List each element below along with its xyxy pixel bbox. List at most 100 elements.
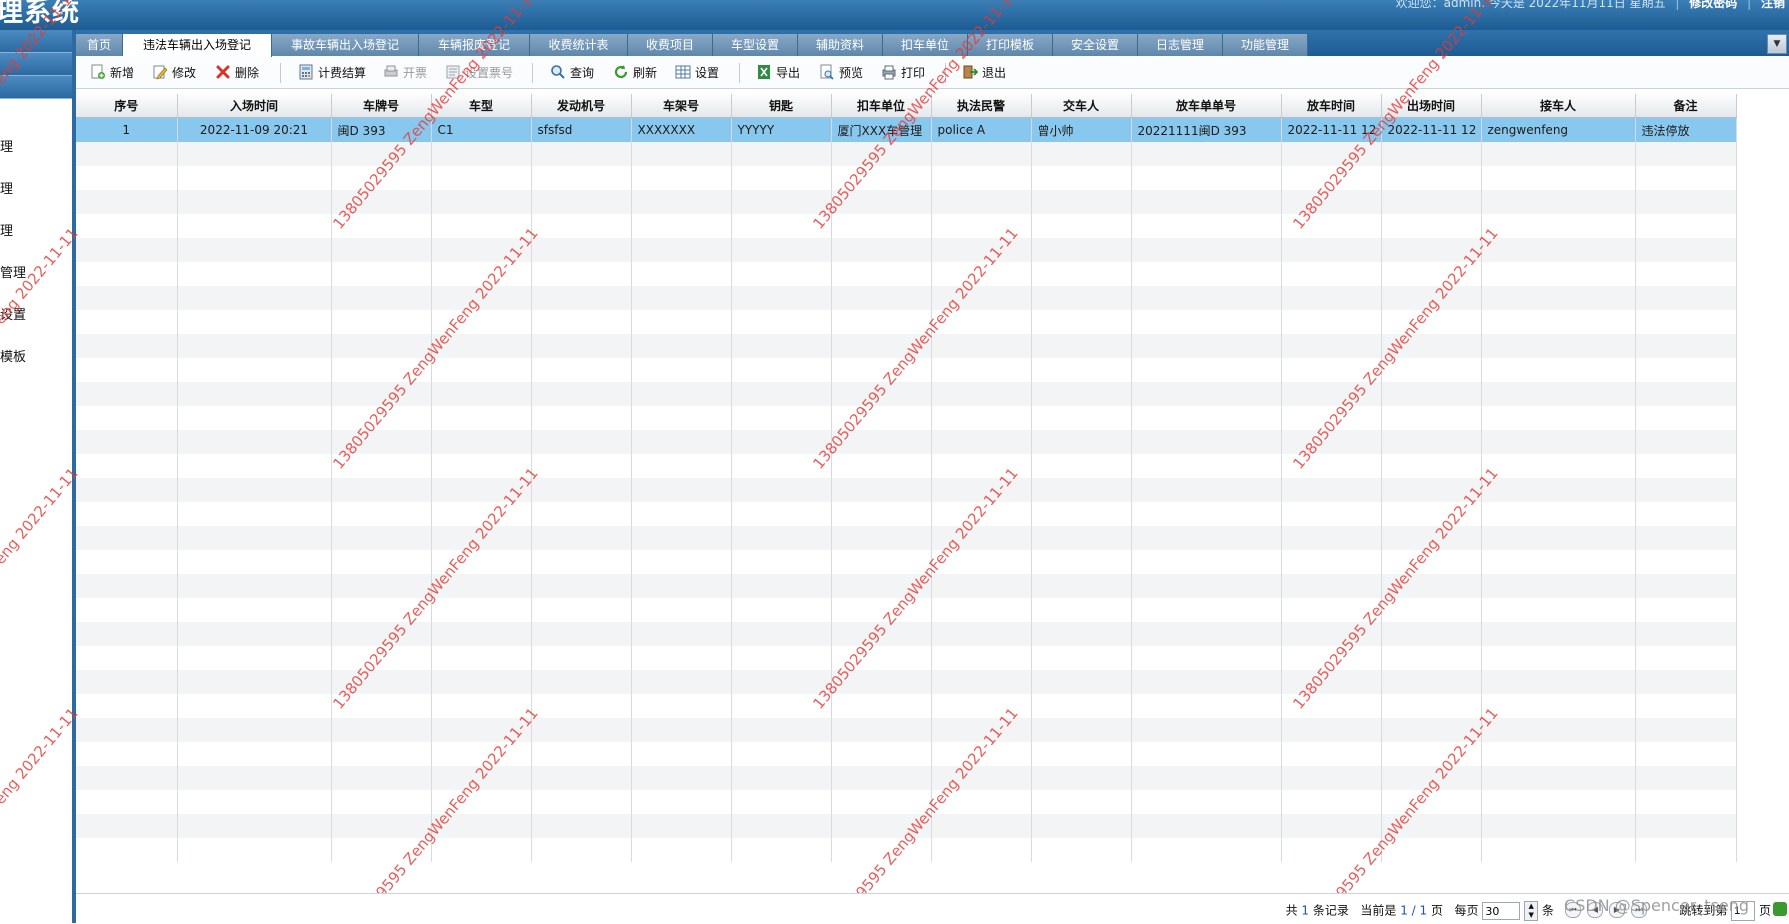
column-header[interactable]: 放车单单号 — [1131, 94, 1282, 118]
tab-violation-vehicles[interactable]: 违法车辆出入场登记 — [123, 34, 272, 57]
table-cell — [1381, 286, 1482, 310]
go-icon[interactable] — [1773, 902, 1787, 916]
tab-fee-items[interactable]: 收费项目 — [628, 34, 713, 56]
settings-button[interactable]: 设置 — [675, 63, 719, 83]
column-header[interactable]: 放车时间 — [1281, 94, 1382, 118]
sidebar-item[interactable]: 理 — [0, 169, 72, 211]
table-cell — [531, 142, 632, 166]
column-header[interactable]: 入场时间 — [177, 94, 332, 118]
column-header[interactable]: 发动机号 — [531, 94, 632, 118]
table-row[interactable] — [76, 742, 1737, 766]
table-row[interactable] — [76, 814, 1737, 838]
table-cell — [177, 550, 332, 574]
column-header[interactable]: 执法民警 — [931, 94, 1032, 118]
column-header[interactable]: 交车人 — [1031, 94, 1132, 118]
table-row[interactable] — [76, 286, 1737, 310]
table-row[interactable] — [76, 358, 1737, 382]
sidebar-header[interactable] — [0, 53, 72, 76]
sidebar-item[interactable]: 设置 — [0, 295, 72, 337]
table-row[interactable] — [76, 478, 1737, 502]
table-cell — [1635, 262, 1737, 286]
column-header[interactable]: 车牌号 — [331, 94, 432, 118]
table-row[interactable] — [76, 238, 1737, 262]
table-cell — [1281, 190, 1382, 214]
query-button[interactable]: 查询 — [550, 63, 594, 83]
logout-link[interactable]: 注销 — [1761, 0, 1785, 10]
table-row[interactable] — [76, 142, 1737, 166]
table-row[interactable] — [76, 382, 1737, 406]
table-row[interactable] — [76, 334, 1737, 358]
tab-log-management[interactable]: 日志管理 — [1138, 34, 1223, 56]
table-row[interactable] — [76, 214, 1737, 238]
table-row[interactable] — [76, 406, 1737, 430]
sidebar-header[interactable] — [0, 76, 72, 99]
table-row[interactable] — [76, 838, 1737, 862]
delete-button[interactable]: 删除 — [215, 63, 259, 83]
table-row[interactable] — [76, 622, 1737, 646]
table-row[interactable] — [76, 454, 1737, 478]
table-row[interactable] — [76, 694, 1737, 718]
table-row[interactable] — [76, 574, 1737, 598]
table-row[interactable] — [76, 646, 1737, 670]
table-row[interactable] — [76, 430, 1737, 454]
invoice-button[interactable]: 开票 — [383, 63, 427, 83]
tab-accident-vehicles[interactable]: 事故车辆出入场登记 — [272, 34, 419, 56]
sidebar-item[interactable]: 模板 — [0, 337, 72, 379]
column-header[interactable]: 接车人 — [1481, 94, 1636, 118]
tab-security-settings[interactable]: 安全设置 — [1053, 34, 1138, 56]
tab-function-management[interactable]: 功能管理 — [1223, 34, 1308, 56]
tab-print-templates[interactable]: 打印模板 — [968, 34, 1053, 56]
table-cell — [1481, 334, 1636, 358]
column-header[interactable]: 序号 — [76, 94, 178, 118]
table-row[interactable] — [76, 718, 1737, 742]
table-cell — [1281, 790, 1382, 814]
refresh-button[interactable]: 刷新 — [613, 63, 657, 83]
column-header[interactable]: 扣车单位 — [831, 94, 932, 118]
column-header[interactable]: 车架号 — [631, 94, 732, 118]
print-button[interactable]: 打印 — [881, 63, 925, 83]
table-row[interactable] — [76, 502, 1737, 526]
tab-scrap-registration[interactable]: 车辆报废登记 — [419, 34, 530, 56]
table-cell — [1635, 526, 1737, 550]
tab-dropdown-button[interactable]: ▼ — [1767, 34, 1787, 54]
table-row[interactable] — [76, 550, 1737, 574]
sidebar-item[interactable]: 理 — [0, 127, 72, 169]
table-row[interactable] — [76, 790, 1737, 814]
table-row[interactable] — [76, 310, 1737, 334]
table-row[interactable] — [76, 190, 1737, 214]
table-row[interactable]: 1 2022-11-09 20:21 闽D 393 C1 sfsfsd XXXXXXX YY… — [76, 117, 1737, 142]
table-row[interactable] — [76, 526, 1737, 550]
preview-button[interactable]: 预览 — [819, 63, 863, 83]
edit-button[interactable]: 修改 — [152, 63, 196, 83]
sidebar-item[interactable]: 理 — [0, 211, 72, 253]
column-header[interactable]: 备注 — [1635, 94, 1737, 118]
table-row[interactable] — [76, 766, 1737, 790]
set-invoice-no-button[interactable]: 设置票号 — [445, 63, 513, 83]
table-cell — [1635, 454, 1737, 478]
table-cell — [1481, 742, 1636, 766]
column-header[interactable]: 车型 — [431, 94, 532, 118]
tab-auxiliary-data[interactable]: 辅助资料 — [798, 34, 883, 56]
table-row[interactable] — [76, 262, 1737, 286]
column-header[interactable]: 钥匙 — [731, 94, 832, 118]
tab-vehicle-types[interactable]: 车型设置 — [713, 34, 798, 56]
tab-detaining-units[interactable]: 扣车单位 — [883, 34, 968, 56]
table-cell — [177, 166, 332, 190]
add-button[interactable]: 新增 — [90, 63, 134, 83]
sidebar-header[interactable] — [0, 30, 72, 53]
tab-fee-statistics[interactable]: 收费统计表 — [530, 34, 628, 56]
change-password-link[interactable]: 修改密码 — [1689, 0, 1737, 10]
sidebar-item[interactable]: 管理 — [0, 253, 72, 295]
table-row[interactable] — [76, 598, 1737, 622]
exit-button[interactable]: 退出 — [962, 63, 1006, 83]
records-table: 序号 入场时间 车牌号 车型 发动机号 车架号 钥匙 扣车单位 执法民警 交车人 放车单单号 放车时间… — [76, 94, 1737, 862]
export-button[interactable]: 导出 — [756, 63, 800, 83]
table-row[interactable] — [76, 670, 1737, 694]
per-page-input[interactable] — [1482, 902, 1521, 920]
per-page-spinner[interactable]: ▲ ▼ — [1524, 901, 1539, 921]
calc-settlement-button[interactable]: 计费结算 — [298, 63, 366, 83]
tab-home[interactable]: 首页 — [76, 34, 123, 56]
table-cell — [731, 718, 832, 742]
column-header[interactable]: 出场时间 — [1381, 94, 1482, 118]
table-row[interactable] — [76, 166, 1737, 190]
